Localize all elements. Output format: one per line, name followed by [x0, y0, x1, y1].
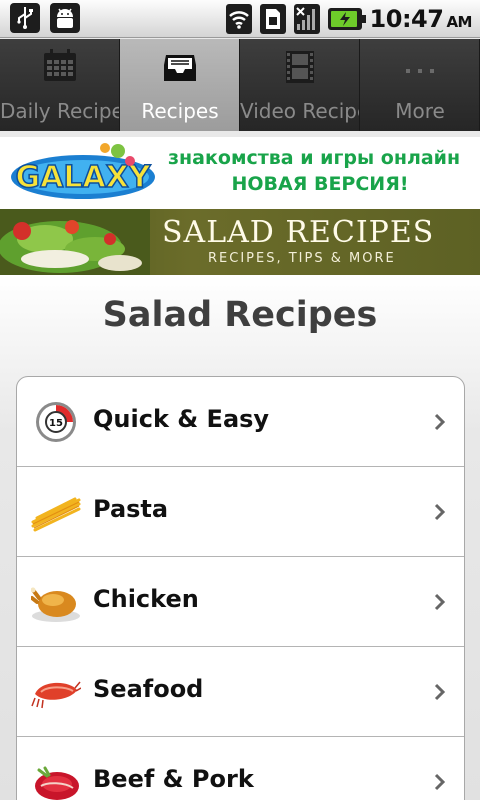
list-item-chicken[interactable]: Chicken	[17, 557, 464, 647]
chevron-right-icon	[434, 593, 446, 611]
battery-icon	[327, 8, 366, 30]
list-item-label: Seafood	[93, 675, 204, 703]
more-dots-icon	[406, 69, 434, 73]
galaxy-logo: GALAXY	[11, 143, 155, 199]
steak-icon	[35, 766, 79, 800]
tab-more[interactable]: More	[360, 39, 480, 131]
main-content: Salad Recipes 15 Quick & Easy Pasta Chic…	[0, 275, 480, 800]
tab-recipes[interactable]: Recipes	[120, 39, 240, 131]
list-item-pasta[interactable]: Pasta	[17, 467, 464, 557]
roast-chicken-icon	[31, 587, 80, 622]
chevron-right-icon	[434, 413, 446, 431]
shrimp-icon	[31, 681, 81, 709]
calendar-icon	[44, 49, 76, 81]
page-title: Salad Recipes	[102, 295, 378, 335]
tab-video-recipe[interactable]: Video Recipe	[240, 39, 360, 131]
galaxy-ad-line2: НОВАЯ ВЕРСИЯ!	[231, 173, 409, 195]
wifi-icon	[225, 4, 252, 34]
list-item-label: Beef & Pork	[93, 765, 254, 793]
usb-icon	[10, 3, 40, 33]
salad-banner-subtitle: RECIPES, TIPS & MORE	[208, 251, 396, 266]
tab-label: Video Recipe	[240, 99, 360, 123]
chevron-right-icon	[434, 683, 446, 701]
status-clock: 10:47 AM	[369, 5, 473, 33]
chevron-right-icon	[434, 773, 446, 791]
film-strip-icon	[286, 51, 314, 83]
galaxy-ad-banner[interactable]: GALAXY знакомства и игры онлайн НОВАЯ ВЕ…	[0, 137, 480, 209]
list-item-quick-easy[interactable]: 15 Quick & Easy	[17, 377, 464, 467]
tab-label: Daily Recipes	[0, 99, 119, 123]
pasta-icon	[31, 497, 81, 532]
tab-daily-recipes[interactable]: Daily Recipes	[0, 39, 120, 131]
android-debug-icon	[50, 3, 80, 33]
list-item-label: Chicken	[93, 585, 199, 613]
stopwatch-number: 15	[49, 418, 63, 429]
salad-recipes-banner[interactable]: SALAD RECIPES RECIPES, TIPS & MORE	[0, 209, 480, 275]
tab-bar: Daily Recipes Recipes Video Recipe More	[0, 39, 480, 131]
list-item-label: Quick & Easy	[93, 405, 270, 433]
clock-time: 10:47	[369, 5, 444, 33]
signal-icon	[293, 4, 320, 34]
tab-label: More	[395, 99, 445, 123]
tab-label: Recipes	[141, 99, 219, 123]
list-item-seafood[interactable]: Seafood	[17, 647, 464, 737]
clock-ampm: AM	[446, 13, 472, 31]
inbox-tray-icon	[164, 55, 196, 81]
status-bar: 10:47 AM	[0, 0, 480, 38]
sim-icon	[259, 4, 286, 34]
salad-photo	[0, 209, 150, 275]
salad-banner-title: SALAD RECIPES	[162, 215, 435, 250]
list-item-label: Pasta	[93, 495, 169, 523]
category-list: 15 Quick & Easy Pasta Chicken Seafood Be…	[16, 376, 465, 800]
stopwatch-15-icon: 15	[36, 402, 76, 442]
galaxy-ad-line1: знакомства и игры онлайн	[168, 147, 461, 169]
chevron-right-icon	[434, 503, 446, 521]
list-item-beef-pork[interactable]: Beef & Pork	[17, 737, 464, 800]
